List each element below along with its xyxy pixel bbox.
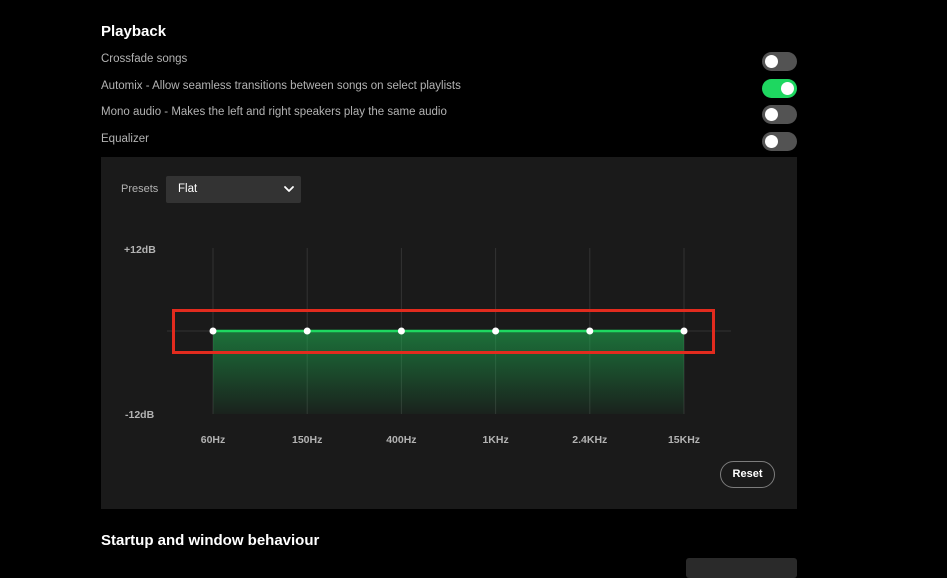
- freq-label: 60Hz: [200, 434, 226, 446]
- setting-label: Mono audio - Makes the left and right sp…: [101, 106, 447, 118]
- crossfade-toggle[interactable]: [762, 52, 797, 71]
- toggle-knob: [781, 82, 794, 95]
- freq-label: 1KHz: [482, 434, 509, 446]
- freq-label: 15KHz: [667, 434, 701, 446]
- setting-label: Equalizer: [101, 133, 149, 145]
- equalizer-toggle[interactable]: [762, 132, 797, 151]
- freq-label: 2.4KHz: [572, 434, 608, 446]
- setting-row-mono-audio: Mono audio - Makes the left and right sp…: [101, 103, 797, 125]
- toggle-knob: [765, 108, 778, 121]
- automix-toggle[interactable]: [762, 79, 797, 98]
- setting-row-crossfade: Crossfade songs: [101, 50, 797, 72]
- freq-label: 400Hz: [386, 434, 417, 446]
- mono-audio-toggle[interactable]: [762, 105, 797, 124]
- setting-row-equalizer: Equalizer: [101, 130, 797, 152]
- setting-label: Automix - Allow seamless transitions bet…: [101, 80, 461, 92]
- toggle-knob: [765, 55, 778, 68]
- startup-dropdown[interactable]: [686, 558, 797, 578]
- setting-row-automix: Automix - Allow seamless transitions bet…: [101, 77, 797, 99]
- highlight-box: [172, 309, 715, 354]
- page-title-playback: Playback: [101, 23, 167, 40]
- reset-button[interactable]: Reset: [720, 461, 775, 488]
- setting-label: Crossfade songs: [101, 53, 188, 65]
- section-title-startup: Startup and window behaviour: [101, 532, 320, 549]
- toggle-knob: [765, 135, 778, 148]
- freq-label: 150Hz: [292, 434, 323, 446]
